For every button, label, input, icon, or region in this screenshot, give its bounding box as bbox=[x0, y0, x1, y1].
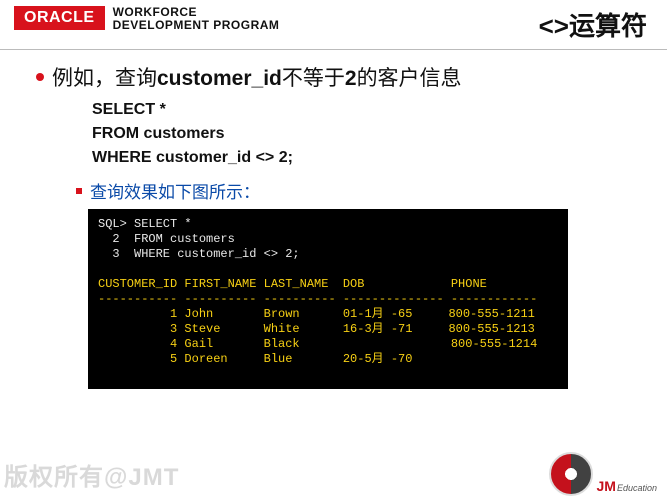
watermark: 版权所有@JMT bbox=[4, 457, 179, 492]
page-title: <>运算符 bbox=[539, 6, 647, 43]
bullet-bold1: customer_id bbox=[157, 67, 282, 90]
term-data-3: 4 Gail Black 800-555-1214 bbox=[98, 337, 558, 352]
term-data-2: 3 Steve White 16-3月 -71 800-555-1213 bbox=[98, 322, 558, 337]
bullet-icon bbox=[36, 73, 44, 81]
sql-line-3: WHERE customer_id <> 2; bbox=[92, 146, 643, 170]
term-input-1: SQL> SELECT * bbox=[98, 217, 558, 232]
term-data-4: 5 Doreen Blue 20-5月 -70 bbox=[98, 352, 558, 367]
brand-edu: Education bbox=[617, 483, 657, 493]
bullet-pre: 例如，查询 bbox=[52, 67, 157, 90]
header-rule bbox=[0, 49, 667, 50]
bullet-main: 例如，查询customer_id不等于2的客户信息 bbox=[36, 62, 643, 92]
sub-bullet-text: 查询效果如下图所示： bbox=[90, 178, 260, 203]
sql-code: SELECT * FROM customers WHERE customer_i… bbox=[92, 98, 643, 170]
sql-line-1: SELECT * bbox=[92, 98, 643, 122]
wdp-block: WORKFORCE DEVELOPMENT PROGRAM bbox=[113, 6, 280, 31]
sub-bullet: 查询效果如下图所示： bbox=[76, 178, 643, 203]
disc-icon bbox=[549, 452, 593, 496]
term-input-2: 2 FROM customers bbox=[98, 232, 558, 247]
term-data-1: 1 John Brown 01-1月 -65 800-555-1211 bbox=[98, 307, 558, 322]
term-header: CUSTOMER_ID FIRST_NAME LAST_NAME DOB PHO… bbox=[98, 277, 558, 292]
footer-logo: JMEducation bbox=[549, 452, 657, 496]
term-divider: ----------- ---------- ---------- ------… bbox=[98, 292, 558, 307]
bullet-post: 的客户信息 bbox=[357, 67, 462, 90]
bullet-text: 例如，查询customer_id不等于2的客户信息 bbox=[52, 62, 462, 92]
bullet-bold2: 2 bbox=[345, 67, 357, 90]
term-blank bbox=[98, 262, 558, 277]
content: 例如，查询customer_id不等于2的客户信息 SELECT * FROM … bbox=[0, 62, 667, 389]
wdp-line1: WORKFORCE bbox=[113, 6, 280, 19]
brand-jm: JM bbox=[597, 478, 616, 494]
header: ORACLE WORKFORCE DEVELOPMENT PROGRAM <>运… bbox=[0, 0, 667, 47]
term-input-3: 3 WHERE customer_id <> 2; bbox=[98, 247, 558, 262]
sql-line-2: FROM customers bbox=[92, 122, 643, 146]
bullet-mid: 不等于 bbox=[282, 67, 345, 90]
sub-bullet-icon bbox=[76, 188, 82, 194]
oracle-logo: ORACLE bbox=[14, 6, 105, 30]
wdp-line2: DEVELOPMENT PROGRAM bbox=[113, 19, 280, 32]
terminal-output: SQL> SELECT * 2 FROM customers 3 WHERE c… bbox=[88, 209, 568, 389]
